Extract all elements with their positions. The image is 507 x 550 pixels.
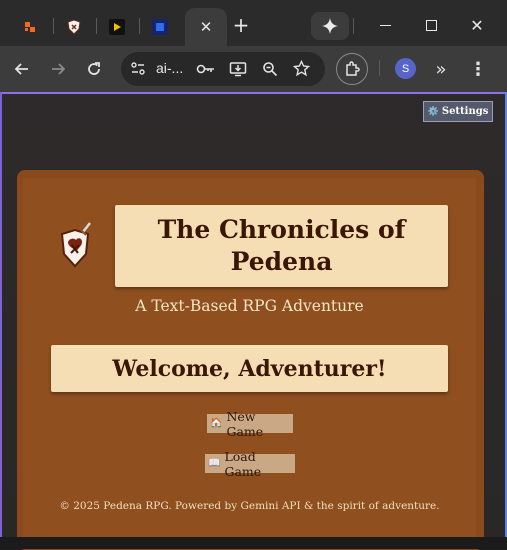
shield-crest-icon [60,222,91,268]
gear-icon: ⚙️ [427,106,439,117]
bookmark-star-icon[interactable] [293,60,310,77]
back-button[interactable] [7,54,37,84]
tab-strip: ✕ + ✕ [0,0,507,46]
tab-1[interactable] [14,8,46,46]
reload-icon [88,62,100,75]
zoom-icon[interactable] [262,61,278,77]
close-icon[interactable]: ✕ [200,18,213,36]
sparkle-icon [322,18,338,34]
app-icon [25,22,35,32]
video-app-icon [109,19,125,35]
forward-button[interactable] [43,54,73,84]
forward-arrow-icon [52,63,66,75]
install-app-icon[interactable] [229,60,247,78]
blue-app-icon [152,19,168,35]
minimize-icon [379,24,391,26]
footer-text: © 2025 Pedena RPG. Powered by Gemini API… [59,500,440,512]
maximize-button[interactable] [411,10,451,40]
settings-label: Settings [441,106,489,117]
new-game-label: New Game [226,408,264,439]
plus-icon: + [232,13,250,37]
menu-button[interactable]: ⋮ [463,54,493,84]
book-icon: 📖 [208,458,221,469]
close-window-button[interactable]: ✕ [457,10,497,40]
new-game-button[interactable]: 🏠 New Game [207,409,293,439]
load-game-label: Load Game [224,448,262,479]
welcome-banner: Welcome, Adventurer! [51,345,448,392]
minimize-button[interactable] [365,10,405,40]
tab-4[interactable] [144,8,176,46]
title-banner: The Chronicles of Pedena [115,205,448,287]
tab-2[interactable] [58,8,90,46]
double-chevron-icon: » [435,58,447,80]
site-info-icon[interactable] [130,61,146,77]
address-text[interactable]: ai-... [156,60,183,76]
more-tabs-button[interactable]: » [426,54,456,84]
kebab-menu-icon: ⋮ [469,58,487,80]
profile-avatar[interactable]: S [395,58,416,79]
close-window-icon: ✕ [470,15,484,35]
key-icon[interactable] [196,61,216,77]
shield-icon [67,19,81,35]
welcome-heading: Welcome, Adventurer! [112,355,387,382]
maximize-icon [425,19,437,31]
puzzle-icon [346,61,360,76]
load-game-button[interactable]: 📖 Load Game [205,449,295,479]
game-title: The Chronicles of Pedena [157,215,406,276]
reload-button[interactable] [79,54,109,84]
settings-button[interactable]: ⚙️ Settings [423,101,493,122]
extensions-button[interactable] [336,53,368,85]
tab-3[interactable] [101,8,133,46]
game-subtitle: A Text-Based RPG Adventure [135,297,364,315]
house-icon: 🏠 [210,418,223,429]
new-tab-button[interactable]: + [221,10,261,40]
bottom-edge [0,537,507,549]
gemini-button[interactable] [311,12,349,40]
back-arrow-icon [14,63,28,75]
